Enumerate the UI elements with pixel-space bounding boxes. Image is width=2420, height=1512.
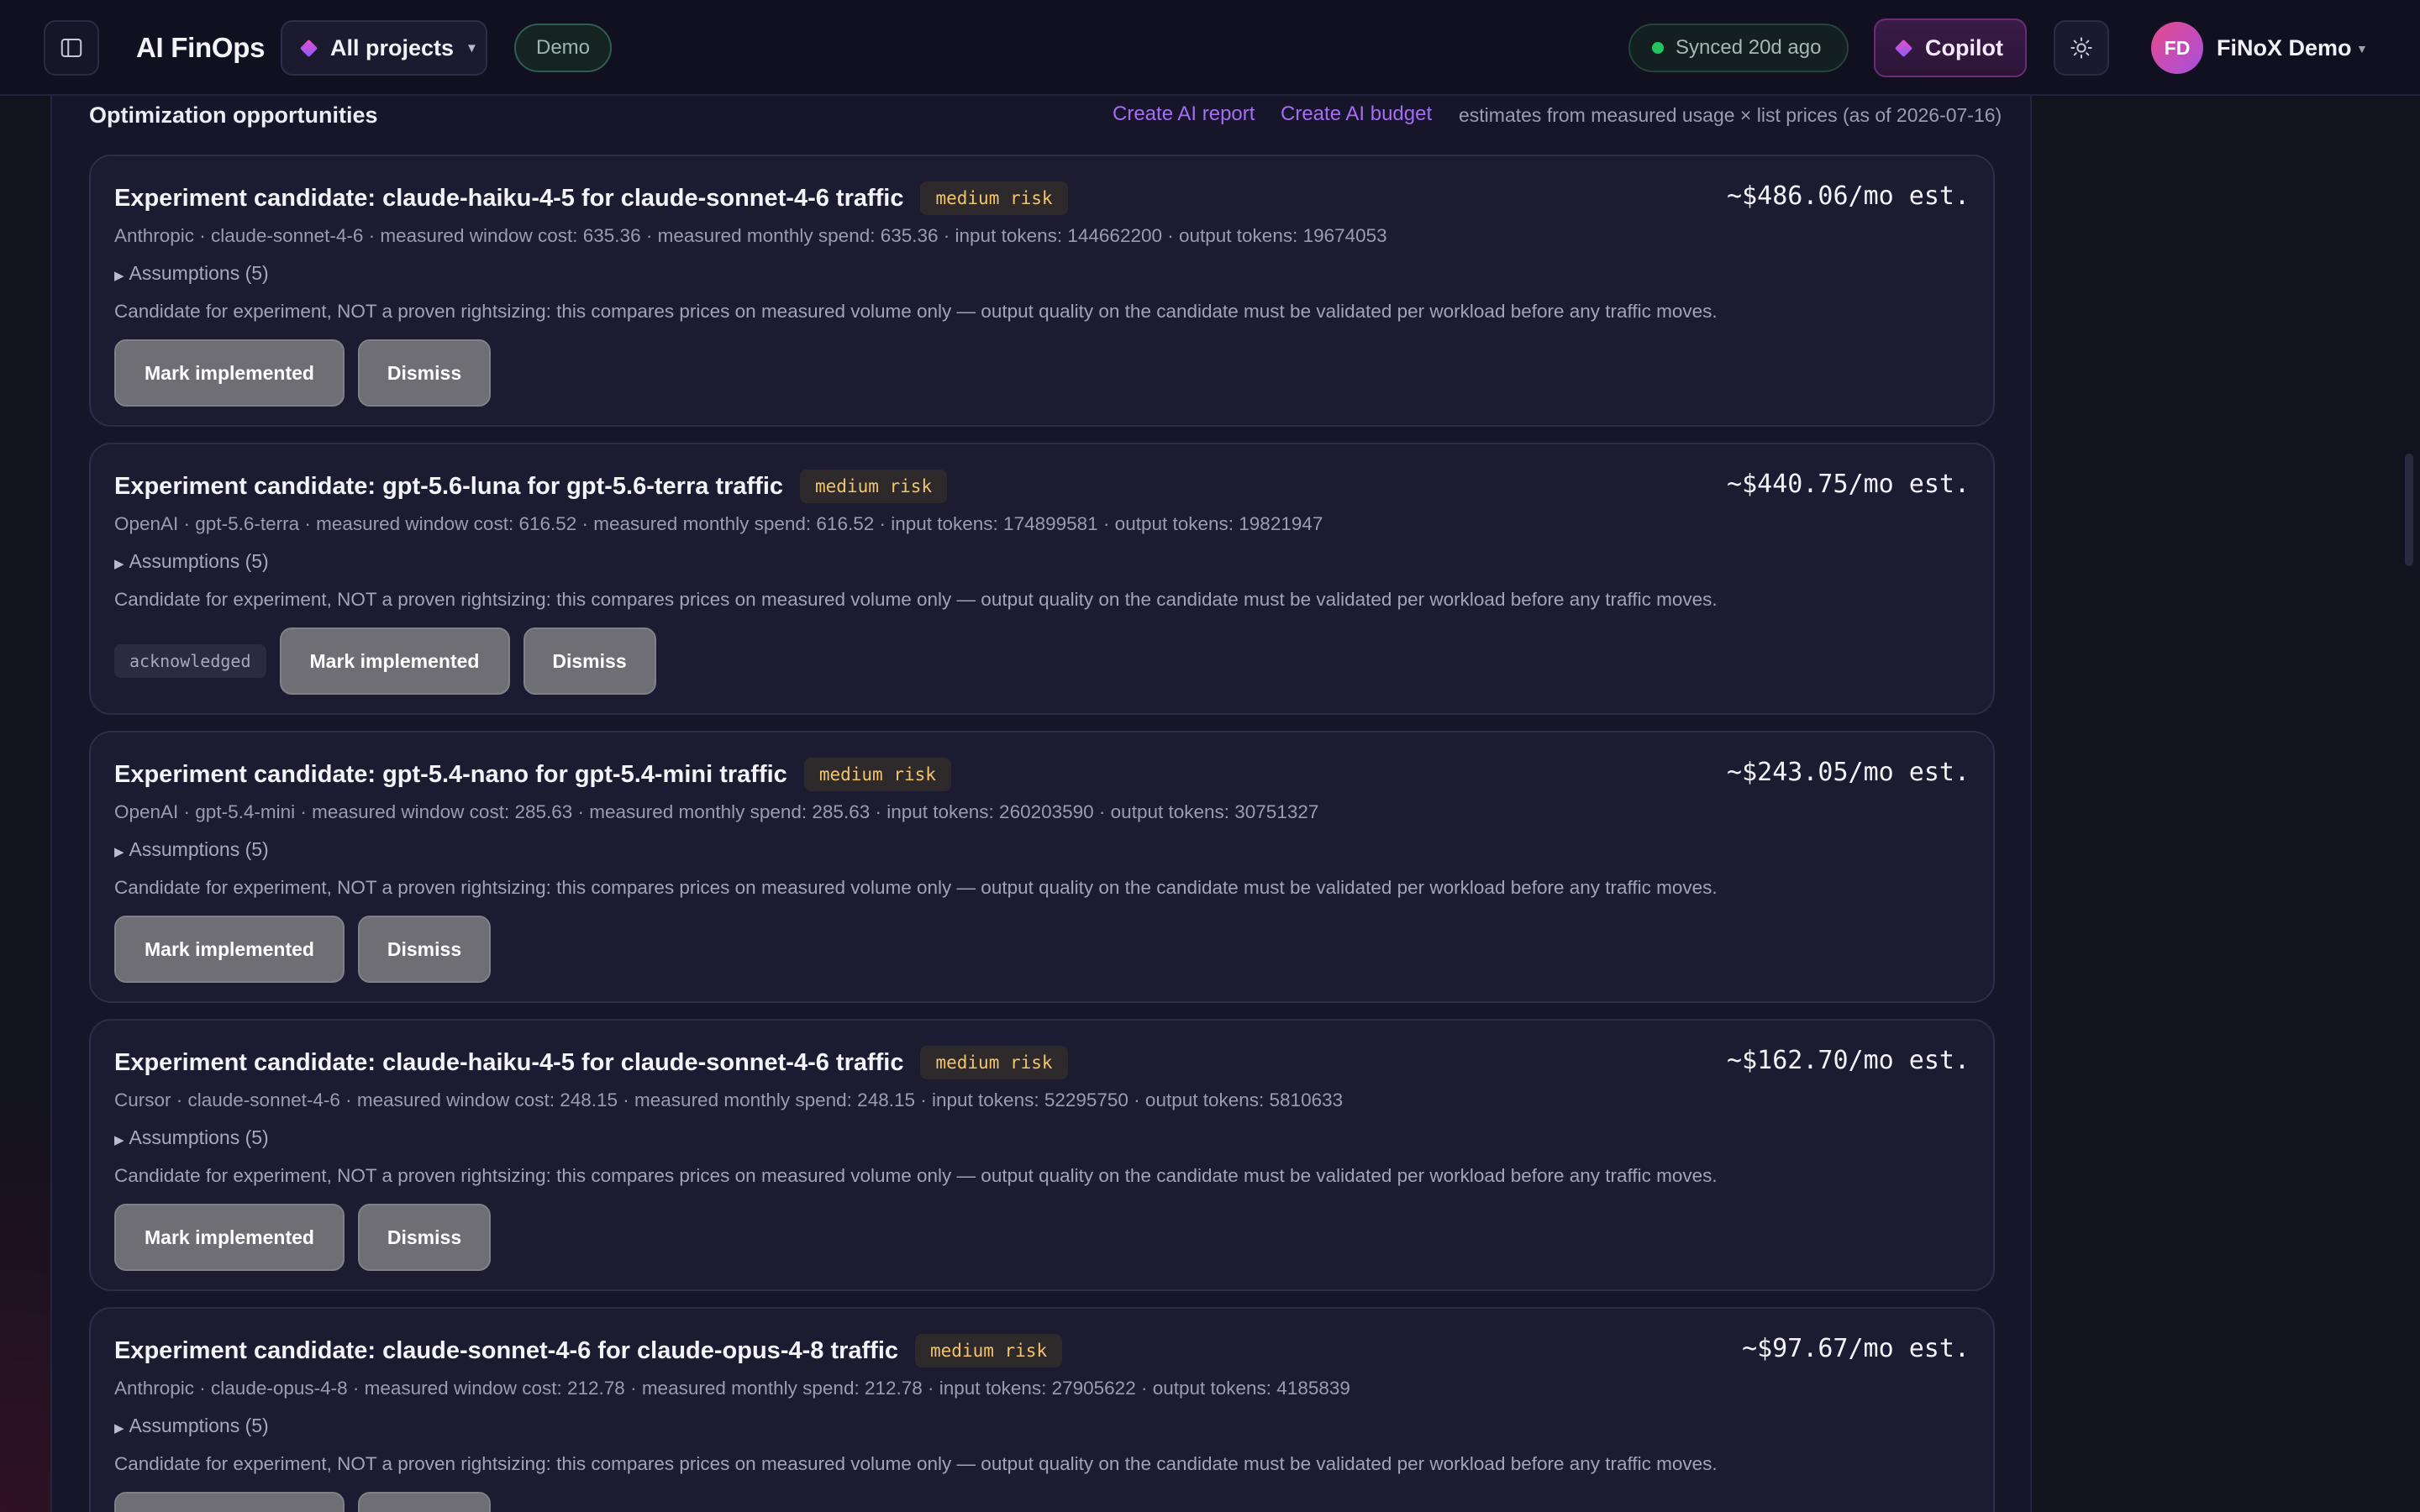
sidebar-panel-icon xyxy=(60,39,82,57)
card-note: Candidate for experiment, NOT a proven r… xyxy=(114,301,1718,322)
card-actions: Mark implemented Dismiss xyxy=(114,339,491,407)
card-title-text: Experiment candidate: claude-haiku-4-5 f… xyxy=(114,184,904,212)
app-title: AI FinOps xyxy=(136,32,266,63)
theme-toggle-button[interactable] xyxy=(2054,20,2109,76)
card-meta: Anthropic · claude-sonnet-4-6 · measured… xyxy=(114,225,1387,246)
triangle-right-icon: ▶ xyxy=(114,845,124,859)
mark-implemented-button[interactable]: Mark implemented xyxy=(114,1204,345,1271)
estimate-note: estimates from measured usage × list pri… xyxy=(1459,104,2002,126)
mark-implemented-button[interactable]: Mark implemented xyxy=(279,627,510,695)
status-dot-icon xyxy=(1652,42,1664,54)
optimization-panel: Optimization opportunities Create AI rep… xyxy=(50,96,2032,1512)
card-meta: OpenAI · gpt-5.6-terra · measured window… xyxy=(114,513,1323,534)
card-title-text: Experiment candidate: claude-sonnet-4-6 … xyxy=(114,1336,899,1364)
sidebar-toggle-button[interactable] xyxy=(44,20,99,76)
project-selector-label: All projects xyxy=(330,34,455,60)
mark-implemented-button[interactable]: Mark implemented xyxy=(114,1492,345,1512)
opportunity-card: Experiment candidate: gpt-5.6-luna for g… xyxy=(89,443,1995,715)
assumptions-toggle[interactable]: ▶ Assumptions (5) xyxy=(114,262,269,285)
risk-badge: medium risk xyxy=(920,1046,1068,1079)
assumptions-label: Assumptions (5) xyxy=(129,838,269,860)
card-actions: Mark implemented Dismiss xyxy=(114,916,491,983)
card-actions: acknowledged Mark implemented Dismiss xyxy=(114,627,656,695)
triangle-right-icon: ▶ xyxy=(114,269,124,283)
mark-implemented-button[interactable]: Mark implemented xyxy=(114,339,345,407)
savings-estimate: ~$486.06/mo est. xyxy=(1727,181,1970,211)
card-title-text: Experiment candidate: claude-haiku-4-5 f… xyxy=(114,1048,904,1076)
mark-implemented-button[interactable]: Mark implemented xyxy=(114,916,345,983)
section-title: Optimization opportunities xyxy=(89,102,378,128)
dismiss-button[interactable]: Dismiss xyxy=(358,916,491,983)
opportunity-card: Experiment candidate: claude-haiku-4-5 f… xyxy=(89,1019,1995,1291)
project-diamond-icon xyxy=(299,39,318,57)
assumptions-toggle[interactable]: ▶ Assumptions (5) xyxy=(114,550,269,573)
assumptions-label: Assumptions (5) xyxy=(129,550,269,572)
savings-estimate: ~$97.67/mo est. xyxy=(1742,1334,1970,1363)
card-note: Candidate for experiment, NOT a proven r… xyxy=(114,1453,1718,1474)
savings-estimate: ~$243.05/mo est. xyxy=(1727,758,1970,787)
triangle-right-icon: ▶ xyxy=(114,1421,124,1436)
card-note: Candidate for experiment, NOT a proven r… xyxy=(114,589,1718,610)
sync-status-text: Synced 20d ago xyxy=(1676,36,1822,59)
assumptions-toggle[interactable]: ▶ Assumptions (5) xyxy=(114,1415,269,1437)
card-meta: Anthropic · claude-opus-4-8 · measured w… xyxy=(114,1378,1350,1399)
triangle-right-icon: ▶ xyxy=(114,557,124,571)
risk-badge: medium risk xyxy=(915,1334,1063,1368)
card-title: Experiment candidate: claude-haiku-4-5 f… xyxy=(114,181,1068,215)
acknowledged-tag: acknowledged xyxy=(114,644,266,678)
sun-icon xyxy=(2070,37,2092,59)
dismiss-button[interactable]: Dismiss xyxy=(358,1492,491,1512)
card-title: Experiment candidate: claude-sonnet-4-6 … xyxy=(114,1334,1063,1368)
savings-estimate: ~$162.70/mo est. xyxy=(1727,1046,1970,1075)
assumptions-label: Assumptions (5) xyxy=(129,1126,269,1148)
user-avatar[interactable]: FD xyxy=(2151,22,2203,74)
card-note: Candidate for experiment, NOT a proven r… xyxy=(114,1165,1718,1186)
risk-badge: medium risk xyxy=(803,758,951,791)
page-scrollbar[interactable] xyxy=(2405,454,2413,566)
dismiss-button[interactable]: Dismiss xyxy=(358,1204,491,1271)
opportunity-card: Experiment candidate: claude-sonnet-4-6 … xyxy=(89,1307,1995,1512)
card-title-text: Experiment candidate: gpt-5.6-luna for g… xyxy=(114,472,784,500)
user-menu-chevron-icon[interactable]: ▼ xyxy=(2356,42,2368,55)
savings-estimate: ~$440.75/mo est. xyxy=(1727,470,1970,499)
card-title-text: Experiment candidate: gpt-5.4-nano for g… xyxy=(114,760,787,788)
card-meta: Cursor · claude-sonnet-4-6 · measured wi… xyxy=(114,1089,1344,1110)
card-title: Experiment candidate: claude-haiku-4-5 f… xyxy=(114,1046,1068,1079)
risk-badge: medium risk xyxy=(800,470,948,503)
card-meta: OpenAI · gpt-5.4-mini · measured window … xyxy=(114,801,1319,822)
opportunity-card: Experiment candidate: gpt-5.4-nano for g… xyxy=(89,731,1995,1003)
triangle-right-icon: ▶ xyxy=(114,1133,124,1147)
top-bar: AI FinOps All projects ▼ Demo Synced 20d… xyxy=(0,0,2420,96)
user-name[interactable]: FiNoX Demo xyxy=(2217,0,2352,96)
project-selector[interactable]: All projects ▼ xyxy=(281,20,487,76)
assumptions-toggle[interactable]: ▶ Assumptions (5) xyxy=(114,838,269,861)
opportunity-card: Experiment candidate: claude-haiku-4-5 f… xyxy=(89,155,1995,427)
env-badge: Demo xyxy=(514,24,612,72)
create-ai-budget-link[interactable]: Create AI budget xyxy=(1281,102,1432,126)
create-ai-report-link[interactable]: Create AI report xyxy=(1113,102,1255,126)
risk-badge: medium risk xyxy=(920,181,1068,215)
card-title: Experiment candidate: gpt-5.4-nano for g… xyxy=(114,758,951,791)
copilot-diamond-icon xyxy=(1894,39,1913,57)
card-actions: Mark implemented Dismiss xyxy=(114,1204,491,1271)
copilot-button[interactable]: Copilot xyxy=(1874,18,2027,77)
sync-status-badge: Synced 20d ago xyxy=(1628,24,1849,72)
assumptions-label: Assumptions (5) xyxy=(129,262,269,284)
assumptions-toggle[interactable]: ▶ Assumptions (5) xyxy=(114,1126,269,1149)
chevron-down-icon: ▼ xyxy=(466,40,478,55)
dismiss-button[interactable]: Dismiss xyxy=(358,339,491,407)
assumptions-label: Assumptions (5) xyxy=(129,1415,269,1436)
card-actions: Mark implemented Dismiss xyxy=(114,1492,491,1512)
card-title: Experiment candidate: gpt-5.6-luna for g… xyxy=(114,470,948,503)
dismiss-button[interactable]: Dismiss xyxy=(523,627,656,695)
copilot-label: Copilot xyxy=(1925,34,2003,60)
card-note: Candidate for experiment, NOT a proven r… xyxy=(114,877,1718,898)
section-header: Optimization opportunities Create AI rep… xyxy=(89,96,2047,134)
